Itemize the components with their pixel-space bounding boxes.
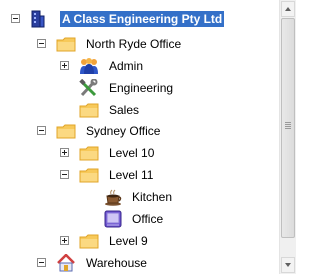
collapse-icon[interactable] [60,170,69,179]
expand-icon[interactable] [60,236,69,245]
office-icon [103,210,123,228]
tree-node-office[interactable]: Office [0,209,279,230]
collapse-icon[interactable] [37,39,46,48]
collapse-icon[interactable] [37,258,46,267]
folder-icon [79,166,99,184]
tools-icon [79,78,99,97]
tree-node-label[interactable]: Warehouse [86,256,147,270]
tree-node-root[interactable]: A Class Engineering Pty Ltd [0,9,279,30]
tree-node-sales[interactable]: Sales [0,100,279,121]
coffee-cup-icon [103,188,123,206]
tree-node-label[interactable]: North Ryde Office [86,37,181,51]
tree-node-engineering[interactable]: Engineering [0,78,279,99]
tree-node-level-11[interactable]: Level 11 [0,165,279,186]
folder-icon [79,232,99,250]
tree-node-label[interactable]: Sales [109,103,139,117]
tree-node-warehouse[interactable]: Warehouse [0,253,279,274]
expand-icon[interactable] [60,148,69,157]
scrollbar-grip-icon [285,122,291,129]
scroll-up-arrow-icon[interactable] [281,1,295,17]
collapse-icon[interactable] [11,14,20,23]
people-icon [79,57,99,75]
tree-node-admin[interactable]: Admin [0,56,279,77]
house-icon [56,253,76,272]
tree-view[interactable]: A Class Engineering Pty Ltd North Ryde O… [0,0,279,274]
expand-icon[interactable] [60,61,69,70]
tree-node-label[interactable]: Level 9 [109,234,148,248]
folder-icon [79,101,99,119]
tree-node-label[interactable]: A Class Engineering Pty Ltd [60,11,225,27]
tree-node-label[interactable]: Level 11 [109,168,153,182]
tree-node-level-10[interactable]: Level 10 [0,143,279,164]
building-icon [28,10,48,28]
tree-node-label[interactable]: Level 10 [109,146,154,160]
tree-node-label[interactable]: Engineering [109,81,173,95]
vertical-scrollbar[interactable] [279,0,296,274]
tree-node-label[interactable]: Admin [109,59,143,73]
tree-node-kitchen[interactable]: Kitchen [0,187,279,208]
tree-node-north-ryde-office[interactable]: North Ryde Office [0,34,279,55]
folder-icon [79,144,99,162]
collapse-icon[interactable] [37,126,46,135]
tree-node-level-9[interactable]: Level 9 [0,231,279,252]
scrollbar-thumb[interactable] [281,18,295,238]
folder-icon [56,122,76,140]
tree-node-label[interactable]: Office [132,212,163,226]
tree-node-sydney-office[interactable]: Sydney Office [0,121,279,142]
tree-node-label[interactable]: Sydney Office [86,124,160,138]
tree-node-label[interactable]: Kitchen [132,190,172,204]
scroll-down-arrow-icon[interactable] [281,257,295,273]
folder-icon [56,35,76,53]
